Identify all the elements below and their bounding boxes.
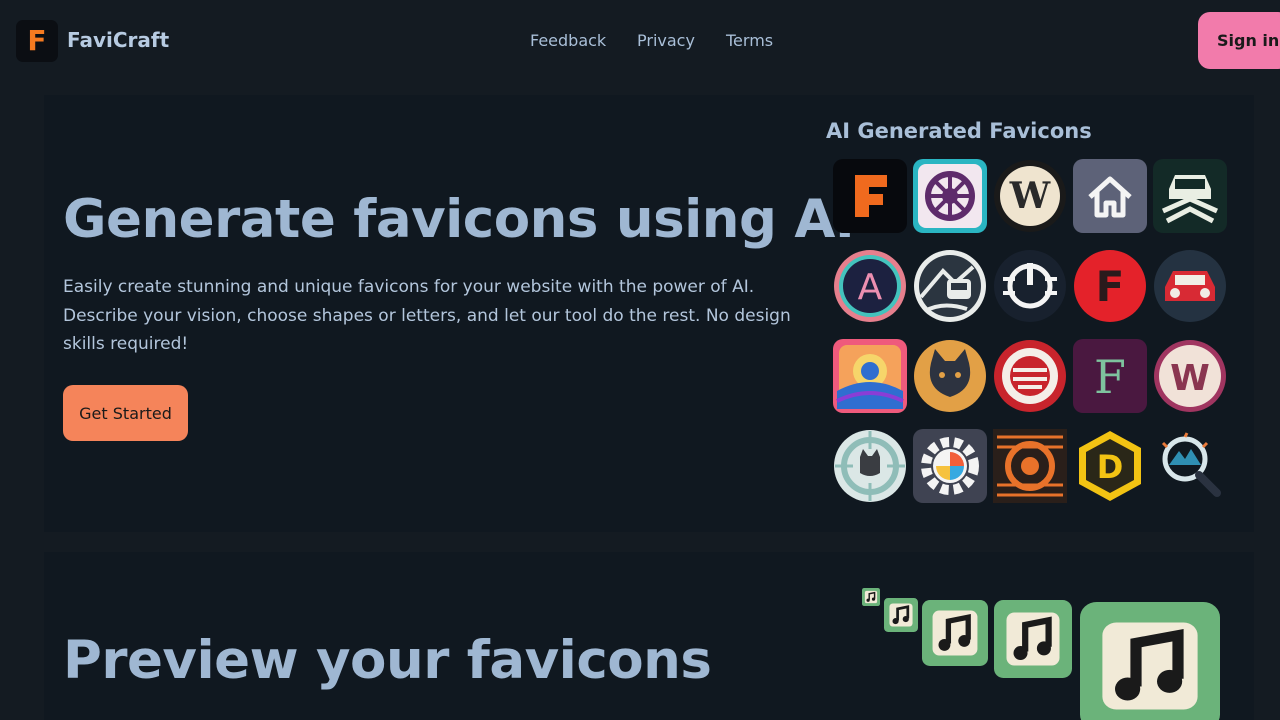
car-road-icon	[913, 249, 987, 323]
red-car-icon	[1153, 249, 1227, 323]
car-front-icon	[1153, 159, 1227, 233]
orange-target-icon	[993, 429, 1067, 503]
svg-text:F: F	[1096, 262, 1125, 311]
svg-text:F: F	[1094, 350, 1126, 404]
hero-description: Easily create stunning and unique favico…	[63, 277, 791, 354]
nav-link-terms[interactable]: Terms	[726, 31, 773, 50]
cat-face-icon	[913, 339, 987, 413]
brand-name[interactable]: FaviCraft	[67, 28, 169, 52]
svg-text:W: W	[1170, 358, 1210, 399]
svg-text:W: W	[1009, 175, 1051, 217]
dog-target-icon	[833, 429, 907, 503]
nav-link-feedback[interactable]: Feedback	[530, 31, 606, 50]
hero-section: Generate favicons using AI Easily create…	[44, 95, 1254, 532]
letter-a-icon: A	[833, 249, 907, 323]
preview-title: Preview your favicons	[63, 630, 712, 691]
power-dial-icon	[993, 249, 1067, 323]
nav-link-privacy[interactable]: Privacy	[637, 31, 695, 50]
sign-in-button[interactable]: Sign in	[1198, 12, 1280, 69]
letter-f-icon	[833, 159, 907, 233]
svg-text:A: A	[858, 267, 883, 308]
mountain-magnifier-icon	[1153, 429, 1227, 503]
favicon-gallery: W A F F W D	[833, 159, 1233, 519]
house-icon	[1073, 159, 1147, 233]
get-started-button[interactable]: Get Started	[63, 385, 188, 441]
color-gear-icon	[913, 429, 987, 503]
sunset-location-icon	[833, 339, 907, 413]
preview-section: Preview your favicons	[44, 552, 1254, 720]
music-note-icon-large	[1080, 602, 1220, 720]
logo-letter: F	[27, 24, 47, 57]
music-note-icon-64	[922, 600, 988, 666]
svg-text:D: D	[1097, 448, 1124, 486]
letter-f-ornate-icon: F	[1073, 339, 1147, 413]
globe-emblem-icon	[993, 339, 1067, 413]
gallery-title: AI Generated Favicons	[826, 119, 1092, 143]
music-note-icon-80	[994, 600, 1072, 678]
favicraft-logo-icon[interactable]: F	[16, 20, 58, 62]
hero-title: Generate favicons using AI	[63, 189, 855, 250]
letter-w-icon: W	[993, 159, 1067, 233]
music-note-icon-32	[884, 598, 918, 632]
letter-d-hexagon-icon: D	[1073, 429, 1147, 503]
top-navbar: F FaviCraft Feedback Privacy Terms Sign …	[0, 0, 1280, 82]
ship-wheel-icon	[913, 159, 987, 233]
letter-w-pink-icon: W	[1153, 339, 1227, 413]
letter-f-red-icon: F	[1073, 249, 1147, 323]
music-note-icon-16	[862, 588, 880, 606]
